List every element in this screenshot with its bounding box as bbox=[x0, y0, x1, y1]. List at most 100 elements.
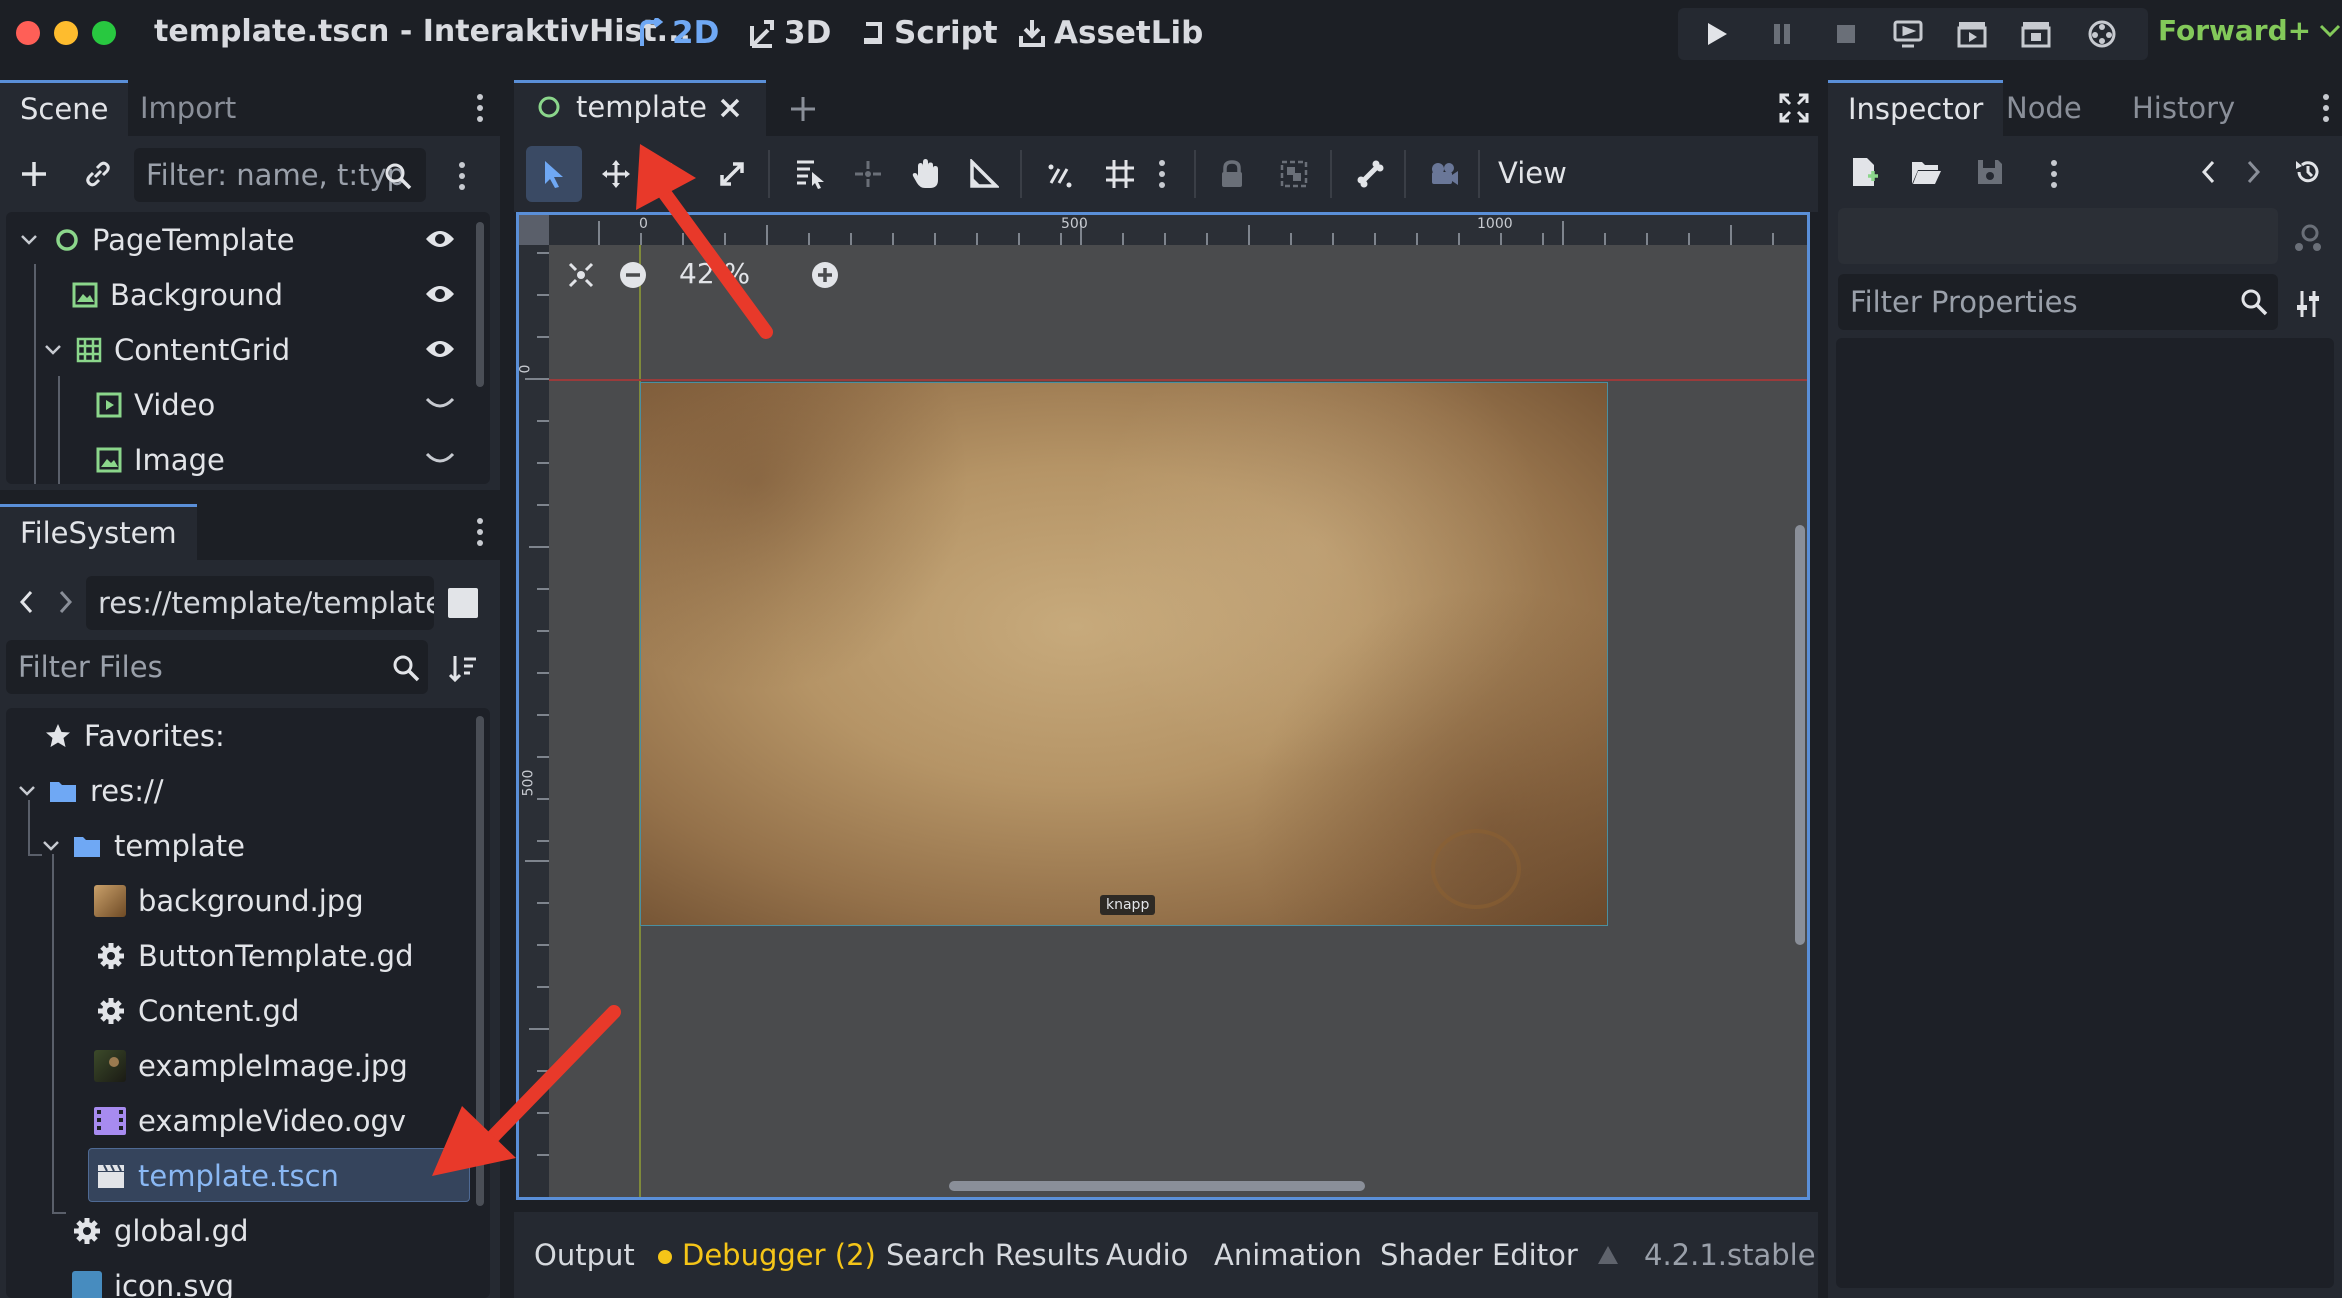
back-button[interactable] bbox=[12, 584, 40, 620]
filter-properties-input[interactable]: Filter Properties bbox=[1838, 274, 2278, 330]
snap-options-icon[interactable] bbox=[1152, 154, 1172, 194]
tab-output[interactable]: Output bbox=[534, 1238, 635, 1272]
smart-snap-button[interactable] bbox=[1032, 146, 1088, 202]
node-info-button[interactable] bbox=[2288, 218, 2328, 258]
visibility-toggle[interactable] bbox=[422, 224, 458, 254]
close-tab-button[interactable] bbox=[714, 92, 746, 124]
group-button[interactable] bbox=[1266, 146, 1322, 202]
new-scene-tab-button[interactable] bbox=[786, 92, 820, 126]
workspace-3d-button[interactable]: 3D bbox=[748, 12, 831, 54]
tree-node-pagetemplate[interactable]: PageTemplate bbox=[6, 212, 490, 267]
play-button[interactable] bbox=[1697, 14, 1737, 54]
inspector-options-icon[interactable] bbox=[2044, 154, 2064, 194]
instance-scene-button[interactable] bbox=[78, 154, 118, 194]
save-resource-button[interactable] bbox=[1970, 152, 2010, 192]
tab-audio[interactable]: Audio bbox=[1106, 1238, 1188, 1272]
chevron-down-icon[interactable] bbox=[42, 840, 60, 852]
chevron-down-icon[interactable] bbox=[20, 234, 38, 246]
button-node-label[interactable]: knapp bbox=[1100, 895, 1156, 915]
canvas-viewport[interactable]: 0 500 1000 0 500 knapp 42 % bbox=[516, 212, 1810, 1200]
forward-button[interactable] bbox=[52, 584, 80, 620]
pivot-mode-button[interactable] bbox=[840, 146, 896, 202]
horizontal-scrollbar[interactable] bbox=[949, 1181, 1365, 1191]
visibility-toggle[interactable] bbox=[422, 444, 458, 474]
file-item[interactable]: exampleImage.jpg bbox=[6, 1038, 490, 1093]
tab-shader-editor[interactable]: Shader Editor bbox=[1380, 1238, 1578, 1272]
workspace-2d-button[interactable]: 2D bbox=[638, 12, 719, 54]
pan-mode-button[interactable] bbox=[898, 146, 954, 202]
ruler-mode-button[interactable] bbox=[956, 146, 1012, 202]
remote-debug-button[interactable] bbox=[1888, 14, 1928, 54]
file-item[interactable]: global.gd bbox=[6, 1203, 490, 1258]
lock-button[interactable] bbox=[1204, 146, 1260, 202]
tab-animation[interactable]: Animation bbox=[1214, 1238, 1362, 1272]
view-menu[interactable]: View bbox=[1498, 156, 1567, 190]
split-mode-icon[interactable] bbox=[448, 588, 478, 618]
tab-debugger[interactable]: Debugger (2) bbox=[682, 1238, 876, 1272]
override-camera-button[interactable] bbox=[1416, 146, 1472, 202]
load-resource-button[interactable] bbox=[1906, 152, 1946, 192]
favorites-item[interactable]: Favorites: bbox=[6, 708, 490, 763]
object-path-field[interactable] bbox=[1838, 208, 2278, 264]
workspace-assetlib-button[interactable]: AssetLib bbox=[1018, 12, 1203, 54]
file-item-selected[interactable]: template.tscn bbox=[6, 1148, 490, 1203]
history-forward-button[interactable] bbox=[2238, 154, 2270, 190]
pause-button[interactable] bbox=[1762, 14, 1802, 54]
property-options-button[interactable] bbox=[2288, 284, 2328, 324]
chevron-down-icon[interactable] bbox=[18, 785, 36, 797]
visibility-toggle[interactable] bbox=[422, 389, 458, 419]
tab-import[interactable]: Import bbox=[120, 80, 256, 136]
file-item[interactable]: ButtonTemplate.gd bbox=[6, 928, 490, 983]
tab-inspector[interactable]: Inspector bbox=[1828, 80, 2004, 136]
folder-res[interactable]: res:// bbox=[6, 763, 490, 818]
filesystem-menu-icon[interactable] bbox=[470, 512, 490, 552]
stop-button[interactable] bbox=[1826, 14, 1866, 54]
sort-button[interactable] bbox=[444, 648, 482, 688]
filter-files-input[interactable]: Filter Files bbox=[6, 640, 428, 694]
skeleton-button[interactable] bbox=[1342, 146, 1398, 202]
remote-debug-icon bbox=[1893, 20, 1923, 48]
play-custom-scene-button[interactable] bbox=[2016, 14, 2056, 54]
distraction-free-button[interactable] bbox=[1776, 90, 1812, 126]
workspace-script-button[interactable]: Script bbox=[860, 12, 998, 54]
grid-snap-button[interactable] bbox=[1092, 146, 1148, 202]
scene-tree-menu-icon[interactable] bbox=[452, 156, 472, 196]
file-item[interactable]: background.jpg bbox=[6, 873, 490, 928]
tab-search-results[interactable]: Search Results bbox=[886, 1238, 1100, 1272]
chevron-down-icon[interactable] bbox=[44, 344, 62, 356]
tree-node-image[interactable]: Image bbox=[6, 432, 490, 484]
tab-node[interactable]: Node bbox=[1986, 80, 2102, 136]
tab-scene[interactable]: Scene bbox=[0, 80, 129, 136]
center-view-button[interactable] bbox=[561, 255, 601, 295]
zoom-in-button[interactable] bbox=[805, 255, 845, 295]
file-item[interactable]: exampleVideo.ogv bbox=[6, 1093, 490, 1148]
tab-history[interactable]: History bbox=[2112, 80, 2255, 136]
file-item[interactable]: Content.gd bbox=[6, 983, 490, 1038]
tab-filesystem[interactable]: FileSystem bbox=[0, 504, 197, 560]
scene-tree-scrollbar[interactable] bbox=[476, 222, 484, 387]
file-item[interactable]: icon.svg bbox=[6, 1258, 490, 1298]
inspector-dock-menu-icon[interactable] bbox=[2316, 88, 2336, 128]
tree-node-video[interactable]: Video bbox=[6, 377, 490, 432]
folder-template[interactable]: template bbox=[6, 818, 490, 873]
new-resource-button[interactable] bbox=[1844, 152, 1884, 192]
visibility-toggle[interactable] bbox=[422, 334, 458, 364]
visibility-toggle[interactable] bbox=[422, 279, 458, 309]
close-window-button[interactable] bbox=[16, 21, 40, 45]
object-history-button[interactable] bbox=[2288, 152, 2328, 192]
path-input[interactable]: res://template/template. bbox=[86, 576, 434, 630]
play-scene-button[interactable] bbox=[1952, 14, 1992, 54]
background-node[interactable]: knapp bbox=[640, 382, 1608, 926]
history-back-button[interactable] bbox=[2192, 154, 2224, 190]
list-select-button[interactable] bbox=[782, 146, 838, 202]
tree-node-background[interactable]: Background bbox=[6, 267, 490, 322]
add-node-button[interactable] bbox=[14, 154, 54, 194]
select-mode-button[interactable] bbox=[526, 146, 582, 202]
scene-dock-menu-icon[interactable] bbox=[470, 88, 490, 128]
vertical-scrollbar[interactable] bbox=[1795, 525, 1805, 945]
renderer-dropdown[interactable]: Forward+ bbox=[2158, 14, 2341, 47]
movie-maker-button[interactable] bbox=[2082, 14, 2122, 54]
minimize-window-button[interactable] bbox=[54, 21, 78, 45]
tree-node-contentgrid[interactable]: ContentGrid bbox=[6, 322, 490, 377]
maximize-window-button[interactable] bbox=[92, 21, 116, 45]
